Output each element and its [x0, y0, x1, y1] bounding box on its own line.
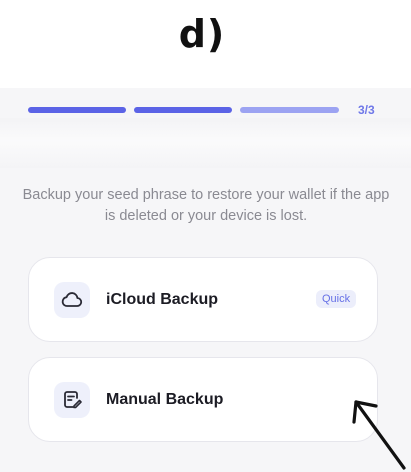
manual-backup-option[interactable]: Manual Backup: [28, 357, 378, 442]
note-edit-icon: [64, 391, 82, 409]
quick-badge: Quick: [316, 290, 357, 308]
blurred-header-band: [0, 118, 411, 168]
icloud-icon-container: [54, 282, 90, 318]
cloud-icon: [61, 292, 83, 307]
progress-segment-3: [240, 107, 339, 113]
icloud-backup-option[interactable]: iCloud Backup Quick: [28, 257, 378, 342]
progress-segment-1: [28, 107, 126, 113]
backup-description: Backup your seed phrase to restore your …: [22, 187, 390, 224]
progress-segment-2: [134, 107, 232, 113]
manual-backup-label: Manual Backup: [106, 391, 224, 408]
panel-label: d): [178, 12, 226, 56]
icloud-backup-label: iCloud Backup: [106, 291, 219, 308]
manual-icon-container: [54, 382, 90, 418]
progress-step-text: 3/3: [358, 103, 375, 117]
progress-indicator: 3/3: [28, 103, 388, 117]
arrow-pointer-icon: [352, 400, 406, 470]
